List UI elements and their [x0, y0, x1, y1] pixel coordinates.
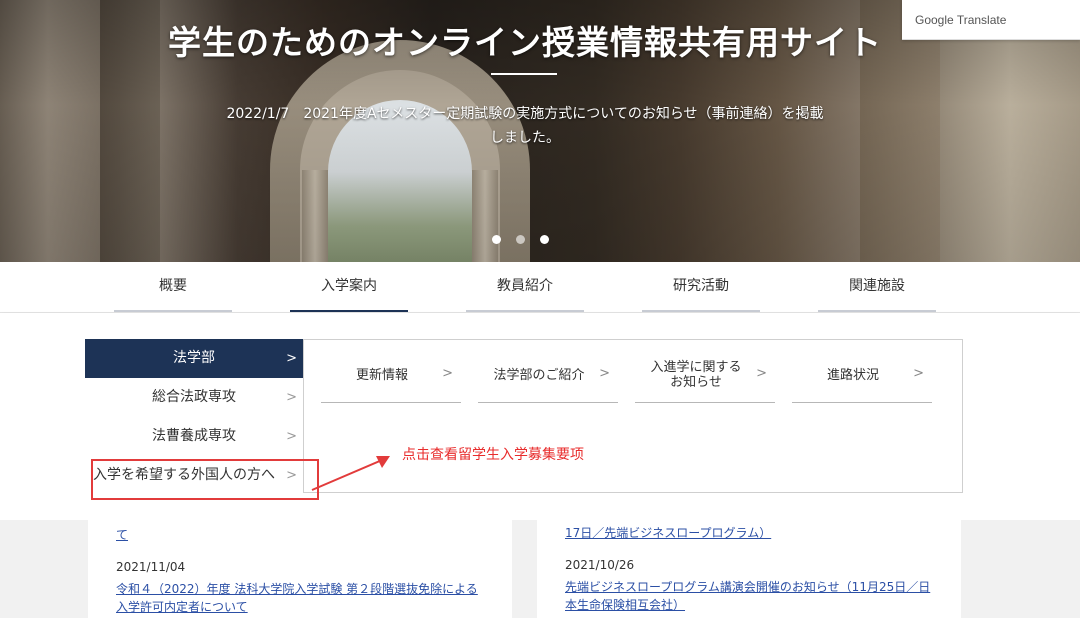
chevron-right-icon: >: [913, 366, 924, 381]
nav-item-faculty[interactable]: 教員紹介: [466, 262, 584, 312]
news-link-line: 本生命保険相互会社）: [565, 598, 686, 612]
news-date: 2021/10/26: [565, 558, 635, 572]
submenu-item-career[interactable]: 進路状況 >: [792, 350, 932, 403]
hero-news-text[interactable]: 2022/1/7 2021年度Aセメスター定期試験の実施方式についてのお知らせ（…: [205, 102, 845, 150]
submenu-item-introduction[interactable]: 法学部のご紹介 >: [478, 350, 618, 403]
submenu-item-admission-notices[interactable]: 入進学に関する お知らせ >: [635, 350, 775, 403]
submenu-item-label: 入進学に関する お知らせ: [635, 350, 757, 400]
submenu-item-label: 進路状況: [826, 367, 879, 383]
carousel-dot-1[interactable]: [492, 235, 501, 244]
news-card-right: 17日／先端ビジネスロープログラム） 2021/10/26 先端ビジネスロープロ…: [537, 520, 961, 618]
news-link-line: 入学許可内定者について: [116, 600, 248, 614]
main-nav: 概要 入学案内 教員紹介 研究活動 関連施設: [0, 262, 1080, 313]
news-link-line: 先端ビジネスロープログラム講演会開催のお知らせ（11月25日／日: [565, 580, 931, 594]
carousel-dot-2[interactable]: [516, 235, 525, 244]
submenu-item-updates[interactable]: 更新情報 >: [321, 350, 461, 403]
chevron-right-icon: >: [286, 351, 297, 366]
nav-item-research[interactable]: 研究活動: [642, 262, 760, 312]
hero-news-line: しました。: [490, 130, 560, 146]
submenu-item-label: 更新情報: [355, 367, 408, 383]
news-link[interactable]: 先端ビジネスロープログラム講演会開催のお知らせ（11月25日／日 本生命保険相互…: [565, 578, 945, 614]
submenu-item-label-line: お知らせ: [670, 375, 722, 390]
chevron-right-icon: >: [442, 366, 453, 381]
news-link-line: 令和４（2022）年度 法科大学院入学試験 第２段階選抜免除による: [116, 582, 478, 596]
submenu-item-label-line: 入進学に関する: [650, 360, 742, 375]
nav-item-facilities[interactable]: 関連施設: [818, 262, 936, 312]
news-date: 2021/11/04: [116, 560, 186, 574]
hero-divider: [491, 73, 557, 75]
chevron-right-icon: >: [286, 390, 297, 405]
news-link-partial[interactable]: て: [116, 526, 496, 544]
hero-news-line: 2022/1/7 2021年度Aセメスター定期試験の実施方式についてのお知らせ（…: [226, 106, 824, 122]
chevron-right-icon: >: [756, 366, 767, 381]
chevron-right-icon: >: [286, 429, 297, 444]
nav-item-admission[interactable]: 入学案内: [290, 262, 408, 312]
news-link-partial[interactable]: 17日／先端ビジネスロープログラム）: [565, 524, 945, 542]
sidebar-item-label: 総合法政専攻: [152, 389, 236, 405]
submenu-item-label: 法学部のご紹介: [493, 367, 585, 383]
carousel-dots: [492, 235, 549, 244]
news-link[interactable]: 令和４（2022）年度 法科大学院入学試験 第２段階選抜免除による 入学許可内定…: [116, 580, 496, 616]
submenu-box: 更新情報 > 法学部のご紹介 > 入進学に関する お知らせ > 進路状況 >: [303, 339, 963, 493]
chevron-right-icon: >: [599, 366, 610, 381]
sidebar-item-comprehensive-law[interactable]: 総合法政専攻 >: [85, 378, 303, 417]
annotation-text: 点击查看留学生入学募集要项: [402, 447, 584, 463]
nav-item-overview[interactable]: 概要: [114, 262, 232, 312]
annotation-highlight-box: [91, 459, 319, 500]
annotation-arrow-icon: [311, 456, 390, 491]
hero-title: 学生のためのオンライン授業情報共有用サイト: [168, 23, 882, 62]
sidebar-item-label: 法学部: [173, 350, 215, 366]
google-translate-widget[interactable]: Google Translate: [902, 0, 1080, 40]
news-card-left: て 2021/11/04 令和４（2022）年度 法科大学院入学試験 第２段階選…: [88, 520, 512, 618]
sidebar-item-faculty-of-law[interactable]: 法学部 >: [85, 339, 303, 378]
sidebar-item-law-school[interactable]: 法曹養成専攻 >: [85, 417, 303, 456]
carousel-dot-3[interactable]: [540, 235, 549, 244]
sidebar-item-label: 法曹養成専攻: [152, 428, 236, 444]
